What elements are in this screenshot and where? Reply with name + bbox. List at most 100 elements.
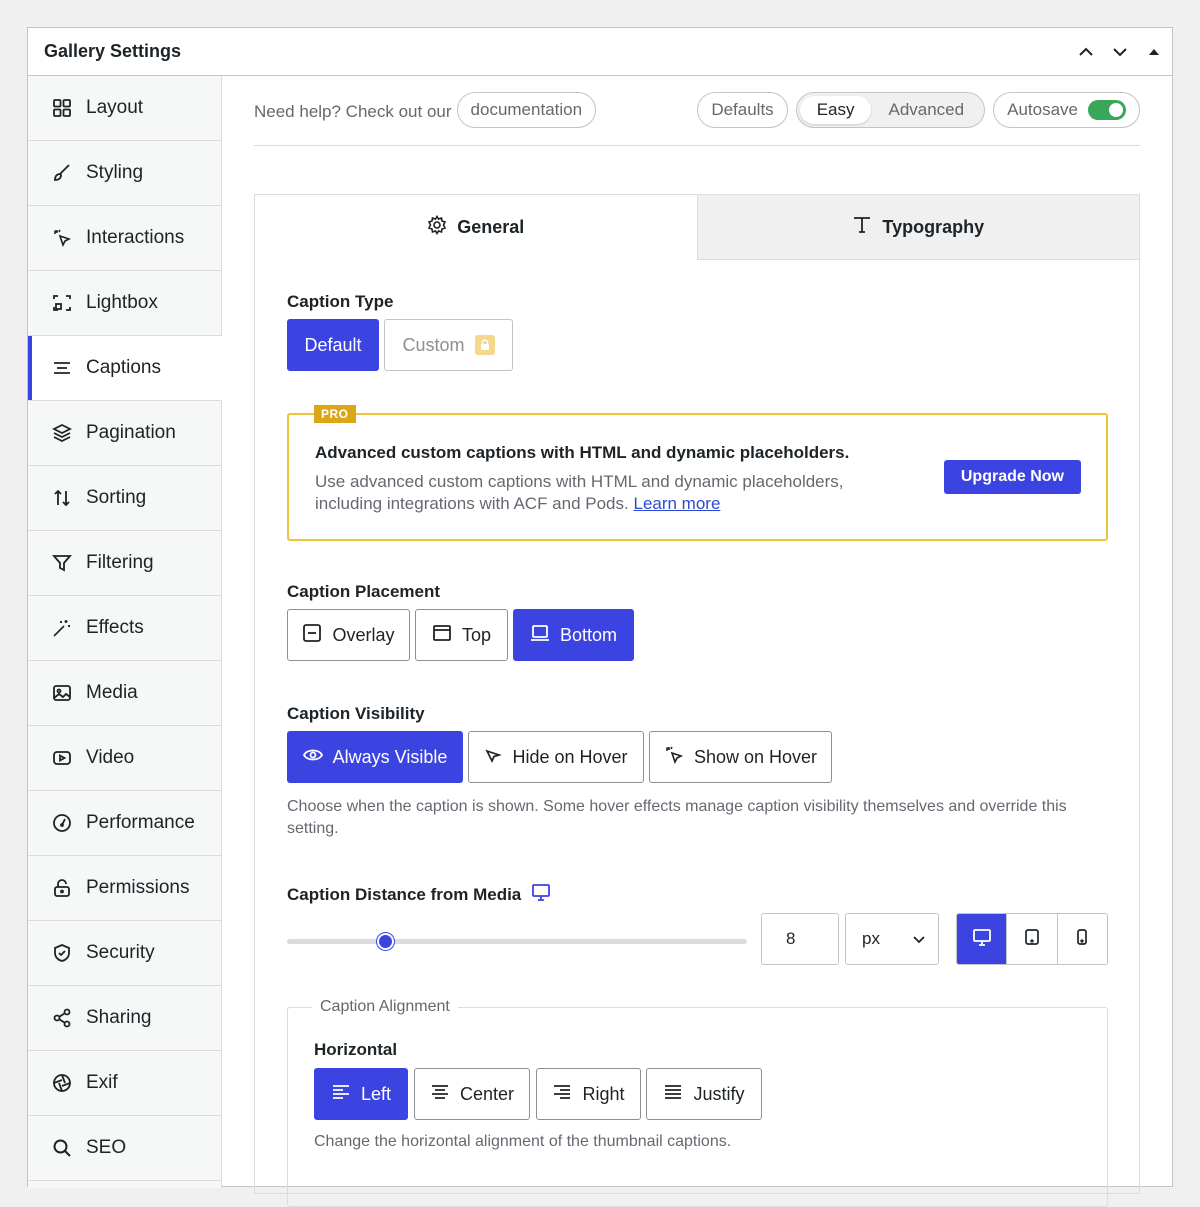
desktop-icon: [972, 927, 992, 952]
top-toolbar: Need help? Check out our documentation D…: [254, 92, 1140, 146]
button-label: Show on Hover: [693, 746, 818, 767]
sidebar-item-label: Pagination: [86, 422, 176, 443]
upgrade-now-button[interactable]: Upgrade Now: [943, 460, 1081, 494]
autosave-control: Autosave: [993, 92, 1140, 128]
sidebar-item-pagination[interactable]: Pagination: [28, 401, 221, 466]
share-icon: [52, 1008, 72, 1028]
align-justify-button[interactable]: Justify: [646, 1068, 762, 1120]
lock-icon: [52, 878, 72, 898]
sidebar-item-styling[interactable]: Styling: [28, 141, 221, 206]
sidebar-item-security[interactable]: Security: [28, 921, 221, 986]
placement-bottom-button[interactable]: Bottom: [513, 609, 634, 661]
sidebar-item-exif[interactable]: Exif: [28, 1051, 221, 1116]
placement-top-button[interactable]: Top: [415, 609, 508, 661]
tab-typography[interactable]: Typography: [696, 195, 1139, 260]
bottom-placement-icon: [530, 623, 550, 648]
caption-type-custom-button[interactable]: Custom: [384, 319, 513, 371]
eye-icon: [302, 745, 323, 770]
sidebar-item-label: Permissions: [86, 877, 190, 898]
mode-advanced-option[interactable]: Advanced: [871, 96, 981, 124]
sidebar-item-sharing[interactable]: Sharing: [28, 986, 221, 1051]
gauge-icon: [52, 813, 72, 833]
tab-general[interactable]: General: [255, 195, 697, 260]
mode-easy-option[interactable]: Easy: [799, 96, 872, 124]
sidebar-item-media[interactable]: Media: [28, 661, 221, 726]
distance-value-input[interactable]: 8: [761, 913, 839, 965]
sidebar-item-permissions[interactable]: Permissions: [28, 856, 221, 921]
sidebar-item-label: Security: [86, 942, 155, 963]
learn-more-link[interactable]: Learn more: [633, 494, 720, 513]
move-up-icon[interactable]: [1074, 40, 1098, 64]
video-icon: [52, 748, 72, 768]
documentation-link[interactable]: documentation: [456, 92, 597, 128]
visibility-help-text: Choose when the caption is shown. Some h…: [287, 798, 1067, 837]
distance-unit-select[interactable]: px: [845, 913, 939, 965]
settings-tabs-box: General Typography Caption Type Default …: [254, 194, 1140, 1207]
button-label: Bottom: [559, 624, 618, 645]
visibility-show-hover-button[interactable]: Show on Hover: [649, 731, 832, 783]
horizontal-label: Horizontal: [314, 1040, 398, 1059]
placement-overlay-button[interactable]: Overlay: [287, 609, 410, 661]
tab-label: General: [457, 217, 525, 237]
sidebar-item-lightbox[interactable]: Lightbox: [28, 271, 221, 336]
button-label: Center: [459, 1083, 515, 1104]
shield-icon: [52, 943, 72, 963]
button-label: Right: [582, 1083, 625, 1104]
button-label: Left: [360, 1083, 392, 1104]
align-left-button[interactable]: Left: [314, 1068, 408, 1120]
unit-value: px: [862, 929, 880, 948]
defaults-button[interactable]: Defaults: [697, 92, 788, 128]
pro-description: Use advanced custom captions with HTML a…: [315, 471, 895, 515]
lightbox-icon: [52, 293, 72, 313]
overlay-icon: [302, 623, 322, 648]
gallery-settings-panel: Gallery Settings Layout Styling Interact…: [27, 27, 1173, 1207]
sidebar-item-label: Lightbox: [86, 292, 158, 313]
sidebar-item-seo[interactable]: SEO: [28, 1116, 221, 1181]
sidebar-item-filtering[interactable]: Filtering: [28, 531, 221, 596]
pro-description-text: Use advanced custom captions with HTML a…: [315, 472, 844, 513]
align-justify-icon: [663, 1082, 683, 1107]
sidebar-item-effects[interactable]: Effects: [28, 596, 221, 661]
sidebar-item-label: SEO: [86, 1137, 127, 1158]
sidebar-item-performance[interactable]: Performance: [28, 791, 221, 856]
button-label: Always Visible: [332, 746, 448, 767]
sidebar-item-video[interactable]: Video: [28, 726, 221, 791]
brush-icon: [52, 163, 72, 183]
align-right-button[interactable]: Right: [536, 1068, 641, 1120]
sidebar-item-label: Sorting: [86, 487, 147, 508]
sidebar-item-captions[interactable]: Captions: [28, 336, 222, 401]
sidebar-item-label: Filtering: [86, 552, 154, 573]
autosave-toggle[interactable]: [1088, 100, 1126, 120]
visibility-always-button[interactable]: Always Visible: [287, 731, 463, 783]
sidebar-item-layout[interactable]: Layout: [28, 76, 221, 141]
main-content: Need help? Check out our documentation D…: [223, 76, 1172, 1207]
device-mobile-button[interactable]: [1056, 914, 1107, 964]
pro-badge: PRO: [314, 405, 356, 423]
slider-handle[interactable]: [377, 933, 394, 950]
caption-distance-label: Caption Distance from Media: [287, 882, 551, 907]
tablet-icon: [1023, 928, 1041, 951]
collapse-toggle-icon[interactable]: [1142, 40, 1166, 64]
sidebar-item-label: Media: [86, 682, 138, 703]
sidebar-item-label: Layout: [86, 97, 144, 118]
align-center-button[interactable]: Center: [414, 1068, 530, 1120]
desktop-icon: [531, 882, 551, 907]
device-tablet-button[interactable]: [1006, 914, 1056, 964]
caption-type-default-button[interactable]: Default: [287, 319, 379, 371]
visibility-hide-hover-button[interactable]: Hide on Hover: [468, 731, 644, 783]
caption-alignment-group: Caption Alignment Horizontal Left Center…: [287, 998, 1108, 1207]
sidebar-item-interactions[interactable]: Interactions: [28, 206, 221, 271]
caption-placement-label: Caption Placement: [287, 582, 441, 601]
device-desktop-button[interactable]: [957, 914, 1007, 964]
caption-alignment-legend: Caption Alignment: [312, 998, 458, 1016]
mode-switch: Easy Advanced: [795, 92, 986, 128]
sidebar-item-sorting[interactable]: Sorting: [28, 466, 221, 531]
distance-slider[interactable]: [287, 933, 747, 950]
caption-visibility-label: Caption Visibility: [287, 704, 425, 723]
autosave-label: Autosave: [1007, 100, 1078, 119]
move-down-icon[interactable]: [1108, 40, 1132, 64]
caption-distance-label-text: Caption Distance from Media: [287, 884, 522, 904]
filter-icon: [52, 553, 72, 573]
sidebar-item-label: Styling: [86, 162, 144, 183]
pro-title: Advanced custom captions with HTML and d…: [315, 443, 850, 462]
